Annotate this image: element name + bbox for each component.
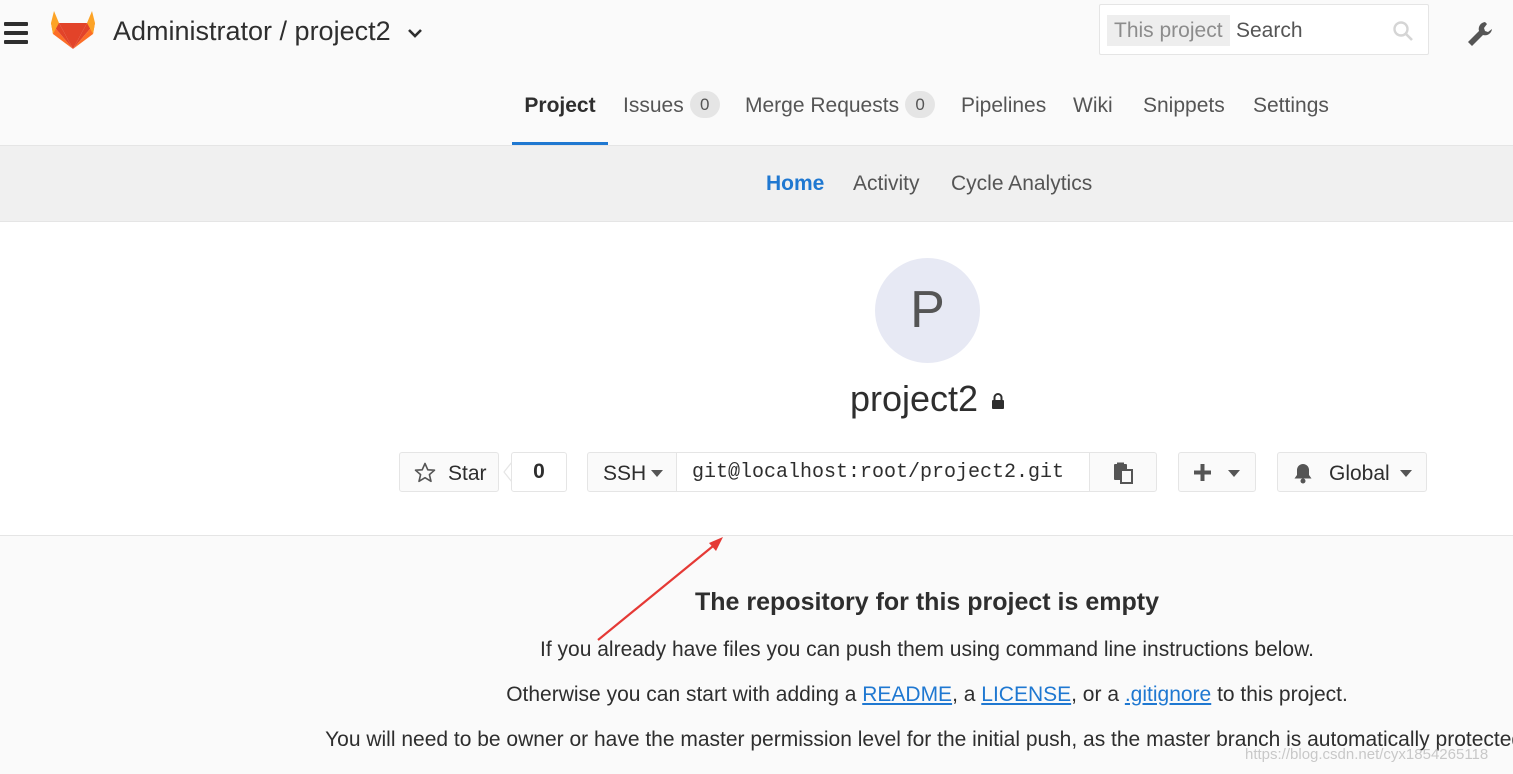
- tab-issues-label: Issues: [623, 94, 684, 117]
- project-main-nav: Project Issues 0 Merge Requests 0 Pipeline…: [0, 70, 1513, 146]
- copy-url-button[interactable]: [1089, 452, 1157, 492]
- top-navbar: Administrator / project2 This project: [0, 0, 1513, 70]
- empty-repo-line-2: Otherwise you can start with adding a RE…: [0, 683, 1513, 707]
- caret-down-icon: [1400, 470, 1412, 477]
- line2-prefix: Otherwise you can start with adding a: [506, 683, 863, 706]
- clipboard-icon: [1114, 462, 1133, 484]
- star-count[interactable]: 0: [511, 452, 567, 492]
- watermark-text: https://blog.csdn.net/cyx1854265118: [1245, 746, 1489, 763]
- tab-merge-requests-label: Merge Requests: [745, 94, 900, 117]
- subtab-cycle-analytics[interactable]: Cycle Analytics: [951, 146, 1092, 222]
- new-item-dropdown[interactable]: [1178, 452, 1256, 492]
- search-input[interactable]: [1236, 15, 1386, 46]
- gitignore-link[interactable]: .gitignore: [1125, 683, 1211, 706]
- search-box: This project: [1099, 4, 1429, 55]
- tab-snippets[interactable]: Snippets: [1143, 70, 1225, 145]
- project-name: project2: [850, 378, 979, 419]
- hamburger-menu-icon[interactable]: [4, 22, 28, 44]
- subtab-activity[interactable]: Activity: [853, 146, 920, 222]
- empty-repo-title: The repository for this project is empty: [695, 588, 1159, 616]
- admin-wrench-icon[interactable]: [1465, 19, 1495, 49]
- readme-link[interactable]: README: [862, 683, 952, 706]
- tab-issues[interactable]: Issues 0: [623, 70, 720, 145]
- notification-dropdown[interactable]: Global: [1277, 452, 1427, 492]
- line2-sep-2: , or a: [1071, 683, 1125, 706]
- star-label: Star: [448, 462, 487, 485]
- issues-count-badge: 0: [689, 90, 720, 118]
- subtab-home[interactable]: Home: [766, 146, 824, 222]
- search-scope-label[interactable]: This project: [1107, 15, 1230, 46]
- tab-wiki[interactable]: Wiki: [1073, 70, 1113, 145]
- lock-icon: [992, 393, 1004, 409]
- empty-repo-line-1: If you already have files you can push t…: [540, 638, 1314, 661]
- clone-url-field[interactable]: [676, 452, 1090, 492]
- tab-project-label: Project: [524, 94, 596, 117]
- clone-protocol-dropdown[interactable]: SSH: [587, 452, 677, 492]
- search-icon: [1393, 21, 1413, 41]
- caret-down-icon: [1228, 470, 1240, 477]
- page-title[interactable]: Administrator / project2: [113, 16, 391, 47]
- tab-project[interactable]: Project: [512, 70, 608, 145]
- tab-settings[interactable]: Settings: [1253, 70, 1329, 145]
- star-button[interactable]: Star: [399, 452, 499, 492]
- tab-merge-requests[interactable]: Merge Requests 0: [745, 70, 936, 145]
- empty-repository-section: The repository for this project is empty…: [0, 535, 1513, 774]
- bell-icon: [1294, 464, 1312, 484]
- project-avatar: P: [875, 258, 980, 363]
- line2-suffix: to this project.: [1211, 683, 1348, 706]
- star-icon: [414, 462, 436, 483]
- merge-requests-count-badge: 0: [905, 90, 936, 118]
- caret-down-icon: [651, 470, 663, 477]
- gitlab-logo[interactable]: [50, 8, 96, 50]
- project-sub-nav: Home Activity Cycle Analytics: [0, 146, 1513, 222]
- license-link[interactable]: LICENSE: [981, 683, 1071, 706]
- plus-icon: [1194, 464, 1211, 481]
- line2-sep-1: , a: [952, 683, 982, 706]
- tab-pipelines[interactable]: Pipelines: [961, 70, 1046, 145]
- notification-level-label: Global: [1329, 462, 1390, 485]
- chevron-down-icon[interactable]: [406, 26, 424, 40]
- clone-protocol-label: SSH: [603, 462, 647, 485]
